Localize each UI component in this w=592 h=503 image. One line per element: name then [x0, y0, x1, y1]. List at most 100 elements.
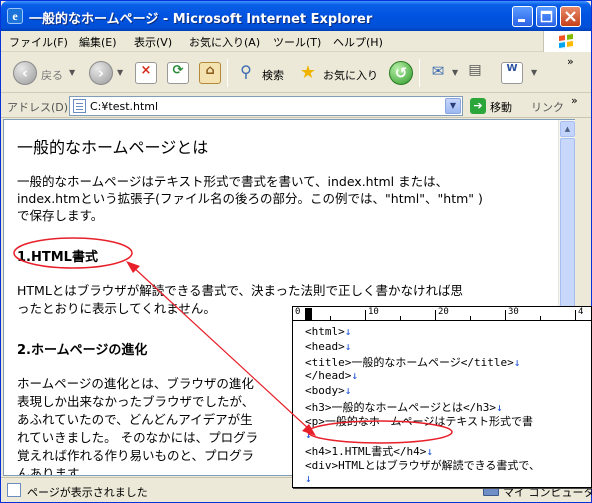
source-view-popup: 0 10 20 30 4 <html>↓ <head>↓ <title>一般的なホー…: [292, 306, 592, 488]
windows-logo: [543, 31, 591, 52]
source-line: </head>↓: [305, 369, 358, 382]
address-dropdown-icon[interactable]: ▼: [445, 98, 461, 114]
forward-arrow-icon[interactable]: ›: [89, 61, 113, 85]
section2-line-3: あふれていたので、どんどんアイデアが生: [17, 412, 253, 427]
go-arrow-icon[interactable]: ➔: [470, 98, 486, 114]
source-code-text: <head>: [305, 339, 345, 353]
links-label[interactable]: リンク: [531, 99, 564, 115]
column-ruler: 0 10 20 30 4: [293, 307, 591, 321]
source-code-text: </head>: [305, 369, 352, 383]
close-button[interactable]: [560, 6, 581, 27]
return-mark-icon: ↓: [344, 325, 352, 338]
menu-tools[interactable]: ツール(T): [273, 34, 321, 50]
minimize-icon: [518, 19, 525, 22]
ruler-label: 0: [295, 307, 301, 317]
section2-line-2: 表現しか出来なかったブラウザでしたが、: [17, 394, 255, 409]
status-text: ページが表示されました: [27, 486, 148, 499]
source-line: ↓: [305, 472, 312, 485]
ruler-tick: [505, 310, 506, 321]
section1-line-2: ったとおりに表示してくれません。: [17, 301, 216, 316]
source-line: <h4>2.ホームページの進化</h4>↓: [305, 487, 483, 488]
toolbar-overflow-icon[interactable]: »: [567, 55, 574, 68]
ruler-tick: [365, 310, 366, 321]
toolbar-separator: [419, 59, 420, 87]
forward-dropdown-icon[interactable]: ▼: [117, 68, 123, 77]
links-overflow-icon[interactable]: »: [571, 94, 578, 107]
source-code-text: <p>一般的なホームページはテキスト形式で書: [305, 415, 533, 429]
menu-favorites[interactable]: お気に入り(A): [189, 34, 260, 50]
source-line: <head>↓: [305, 340, 351, 353]
section2-line-6: んあります。: [17, 466, 91, 476]
source-line: <h3>一般的なホームページとは</h3>↓: [305, 399, 503, 415]
source-code-text: <body>: [305, 383, 345, 397]
intro-line-1: 一般的なホームページはテキスト形式で書式を書いて、index.html または、: [17, 174, 449, 189]
return-mark-icon: ↓: [426, 444, 433, 458]
ruler-tick: [575, 310, 576, 321]
return-mark-icon: ↓: [344, 339, 352, 353]
edit-dropdown-icon[interactable]: ▼: [531, 68, 537, 77]
ruler-tick: [470, 316, 471, 321]
section2-title: 2.ホームページの進化: [17, 343, 148, 358]
section1-title: 1.HTML書式: [17, 250, 98, 265]
address-bar: アドレス(D) C:¥test.html ▼ ➔ 移動 リンク »: [1, 94, 591, 118]
ruler-tick: [400, 316, 401, 321]
go-button[interactable]: 移動: [490, 99, 512, 115]
source-line: ↓: [305, 428, 312, 441]
stop-icon[interactable]: ×: [135, 62, 157, 84]
scroll-up-icon[interactable]: ▲: [560, 121, 575, 137]
search-icon[interactable]: ⚲: [235, 62, 257, 84]
source-code-text: <h4>1.HTML書式</h4>: [305, 444, 427, 458]
close-icon: [565, 11, 576, 22]
search-label[interactable]: 検索: [262, 67, 284, 83]
home-icon[interactable]: ⌂: [199, 62, 221, 84]
section2-line-4: れていきました。 そのなかには、プログラ: [17, 430, 259, 445]
source-line: <h4>1.HTML書式</h4>↓: [305, 443, 433, 459]
menu-bar: ファイル(F) 編集(E) 表示(V) お気に入り(A) ツール(T) ヘルプ(…: [1, 31, 591, 52]
address-value[interactable]: C:¥test.html: [90, 100, 158, 113]
edit-word-icon[interactable]: W: [501, 62, 523, 84]
section2-line-1: ホームページの進化とは、ブラウザの進化: [17, 376, 254, 391]
menu-help[interactable]: ヘルプ(H): [333, 34, 383, 50]
title-bar[interactable]: e 一般的なホームページ - Microsoft Internet Explor…: [1, 1, 591, 31]
menu-edit[interactable]: 編集(E): [79, 34, 117, 50]
ruler-label: 30: [508, 307, 519, 317]
mail-dropdown-icon[interactable]: ▼: [452, 68, 458, 77]
address-input[interactable]: C:¥test.html ▼: [69, 96, 463, 116]
return-mark-icon: ↓: [496, 400, 503, 414]
ruler-tick: [540, 316, 541, 321]
back-label[interactable]: 戻る: [41, 67, 63, 83]
section2-line-5: 覚えれば作れる作り易いものと、プログラ: [17, 448, 255, 463]
source-line: <html>↓: [305, 325, 351, 338]
menu-view[interactable]: 表示(V): [134, 34, 172, 50]
return-mark-icon: ↓: [305, 472, 312, 485]
menu-file[interactable]: ファイル(F): [9, 34, 68, 50]
back-arrow-icon[interactable]: ‹: [13, 61, 37, 85]
source-code-text: <title>一般的なホームページ</title>: [305, 356, 514, 370]
cursor-marker: [305, 308, 312, 320]
mail-icon[interactable]: ✉: [427, 62, 449, 84]
favorites-label[interactable]: お気に入り: [323, 67, 378, 83]
toolbar-separator: [227, 59, 228, 87]
source-code-text: <h3>一般的なホームページとは</h3>: [305, 400, 497, 414]
source-code-text: <html>: [305, 325, 345, 338]
source-line: <body>↓: [305, 384, 351, 397]
status-page-icon: [7, 483, 21, 497]
source-line: <div>HTMLとはブラウザが解読できる書式で、: [305, 457, 540, 473]
minimize-button[interactable]: [512, 6, 533, 27]
source-line: <title>一般的なホームページ</title>↓: [305, 354, 520, 370]
standard-toolbar: ‹ 戻る ▼ › ▼ × ⟳ ⌂ ⚲ 検索 ★ お気に入り ↺ ✉ ▼ ▤ W …: [1, 53, 591, 93]
maximize-button[interactable]: [536, 6, 557, 27]
page-heading: 一般的なホームページとは: [17, 138, 209, 157]
ruler-label: 20: [438, 307, 449, 317]
history-icon[interactable]: ↺: [389, 61, 413, 85]
print-icon[interactable]: ▤: [464, 62, 486, 84]
refresh-icon[interactable]: ⟳: [167, 62, 189, 84]
favorites-star-icon[interactable]: ★: [297, 62, 319, 84]
maximize-icon: [540, 10, 553, 23]
return-mark-icon: ↓: [351, 369, 358, 383]
ruler-label: 4: [578, 307, 584, 317]
back-dropdown-icon[interactable]: ▼: [69, 68, 75, 77]
return-mark-icon: ↓: [513, 356, 521, 370]
section1-line-1: HTMLとはブラウザが解読できる書式で、決まった法則で正しく書かなければ思: [17, 283, 464, 298]
ruler-label: 10: [368, 307, 379, 317]
